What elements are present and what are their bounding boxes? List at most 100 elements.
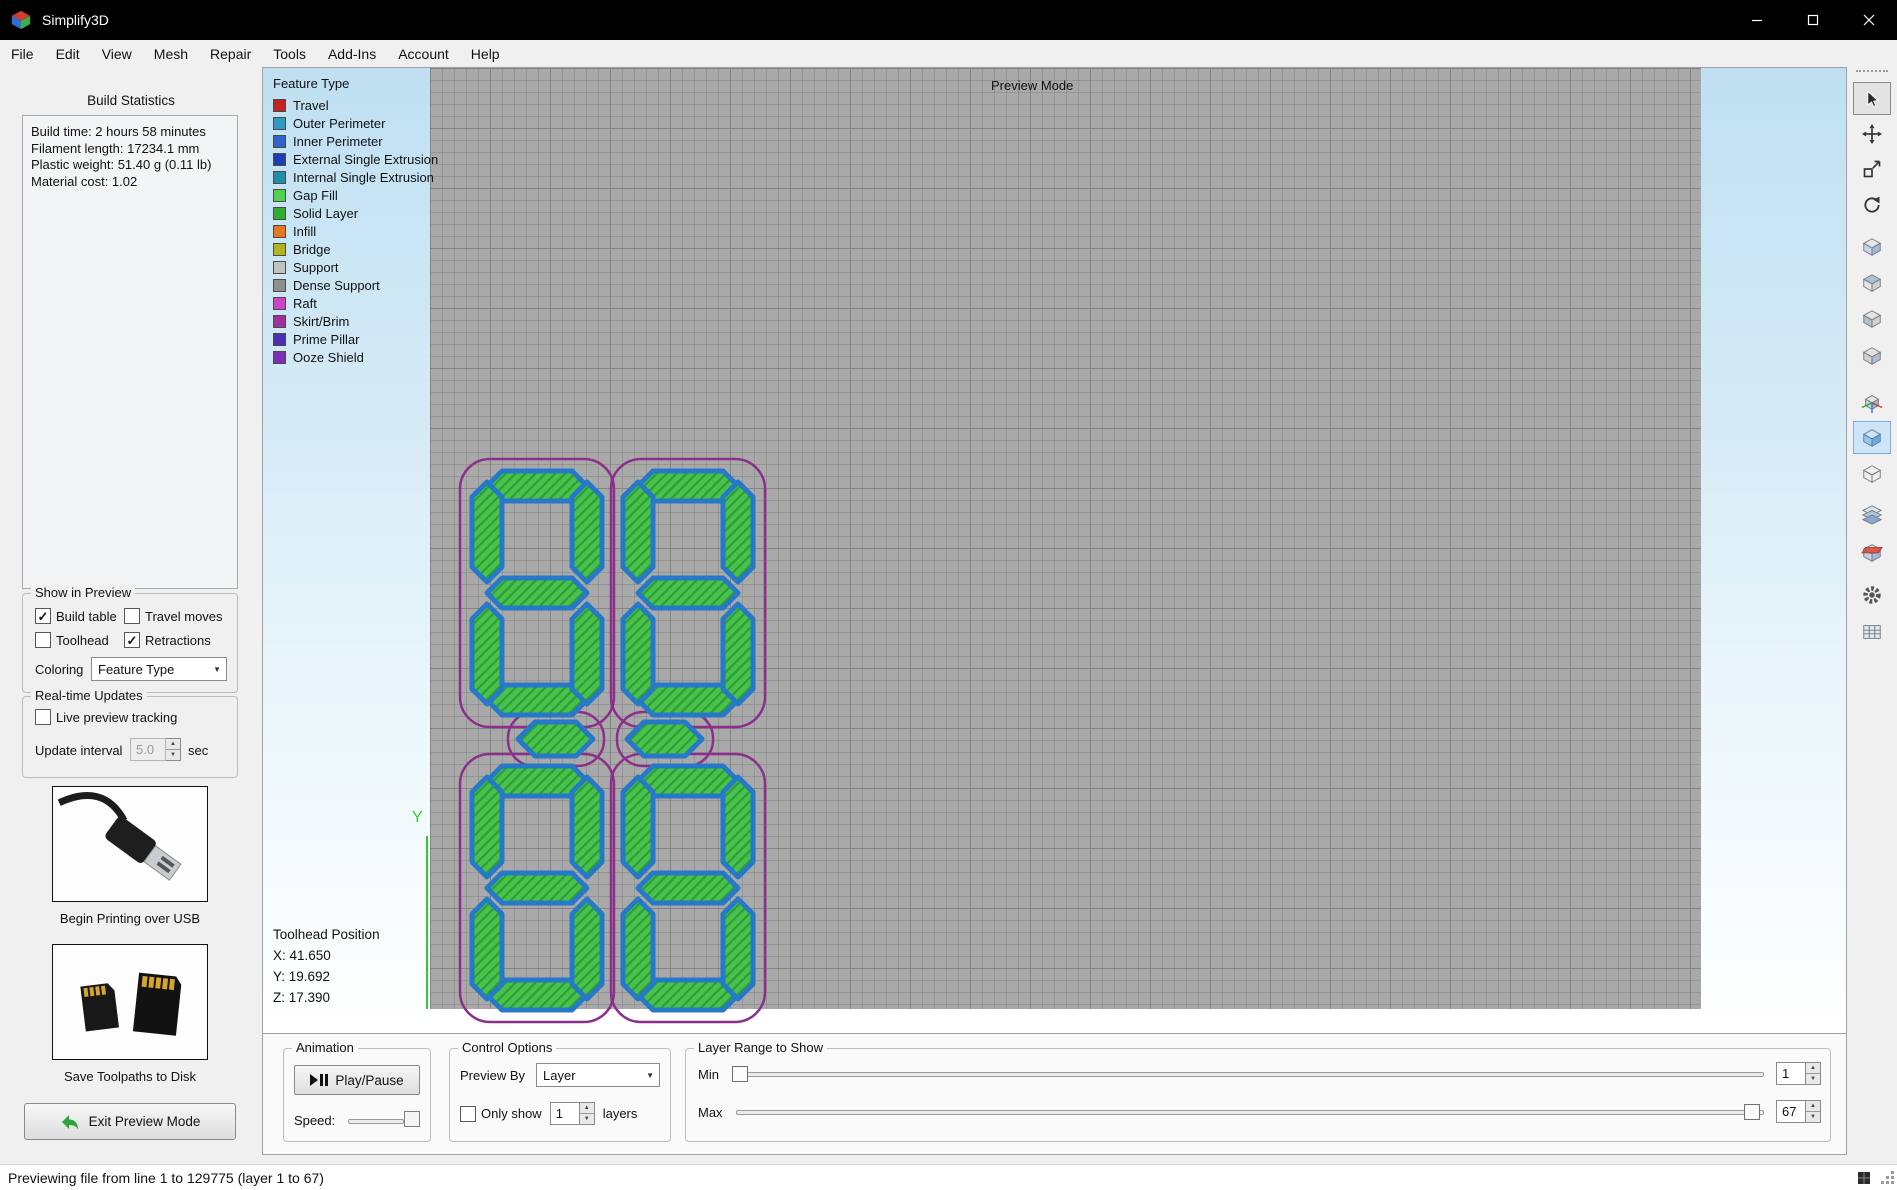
resize-grip-icon[interactable] xyxy=(1881,1170,1895,1185)
spinner-down-icon[interactable]: ▼ xyxy=(166,749,180,760)
cross-section-button[interactable] xyxy=(1853,535,1891,568)
speed-slider-handle[interactable] xyxy=(404,1111,420,1127)
rotate-icon xyxy=(1864,196,1880,213)
legend-item: Inner Perimeter xyxy=(273,132,438,150)
legend-label: Travel xyxy=(293,97,329,113)
preview-by-dropdown[interactable]: Layer ▼ xyxy=(536,1063,660,1087)
simplify3d-window: Simplify3D File Edit View Mesh Repair To… xyxy=(0,0,1897,1190)
move-icon xyxy=(1862,123,1882,144)
only-show-checkbox[interactable]: Only show xyxy=(460,1105,542,1122)
travel-moves-checkbox[interactable]: Travel moves xyxy=(124,608,223,624)
toolbar-drag-handle[interactable] xyxy=(1856,70,1888,72)
rotate-tool-button[interactable] xyxy=(1853,188,1891,221)
spinner-up-icon[interactable]: ▲ xyxy=(1806,1063,1820,1073)
layer-preview-button[interactable] xyxy=(1853,498,1891,531)
preview-mode-label: Preview Mode xyxy=(991,78,1074,93)
update-interval-input[interactable]: 5.0 xyxy=(130,738,166,761)
spinner-down-icon[interactable]: ▼ xyxy=(1806,1073,1820,1084)
top-view-button[interactable] xyxy=(1853,266,1891,299)
stat-filament-length: Filament length: 17234.1 mm xyxy=(31,140,200,156)
menu-item-file[interactable]: File xyxy=(0,42,45,66)
spinner-up-icon[interactable]: ▲ xyxy=(1806,1101,1820,1111)
minimize-button[interactable] xyxy=(1729,0,1785,40)
update-interval-spinbox[interactable]: 5.0 ▲ ▼ xyxy=(130,738,181,761)
show-in-preview-group: Show in Preview ✓ Build table Travel mov… xyxy=(22,585,238,693)
translate-tool-button[interactable] xyxy=(1853,117,1891,150)
spinner-arrows: ▲ ▼ xyxy=(166,738,181,761)
realtime-updates-title: Real-time Updates xyxy=(31,688,147,703)
coordinate-axes-view-button[interactable] xyxy=(1853,385,1891,418)
preview-column: Y Feature Type Travel Outer Perimeter In… xyxy=(262,67,1847,1164)
menu-item-help[interactable]: Help xyxy=(460,42,511,66)
max-slider-handle[interactable] xyxy=(1744,1104,1760,1120)
exit-preview-mode-button[interactable]: Exit Preview Mode xyxy=(24,1103,236,1140)
layers-icon xyxy=(1861,504,1883,525)
skirt-outline xyxy=(458,457,767,1024)
begin-printing-usb-button[interactable]: Begin Printing over USB xyxy=(52,786,208,926)
preview-canvas[interactable]: Y Feature Type Travel Outer Perimeter In… xyxy=(262,67,1847,1034)
legend-swatch xyxy=(273,314,286,328)
default-view-button[interactable] xyxy=(1853,230,1891,263)
toolhead-checkbox[interactable]: Toolhead xyxy=(35,632,109,648)
spinner-up-icon[interactable]: ▲ xyxy=(166,739,180,749)
checkbox-label: Retractions xyxy=(145,632,211,648)
y-axis-label: Y xyxy=(412,809,423,826)
maximize-button[interactable] xyxy=(1785,0,1841,40)
legend-swatch xyxy=(273,98,286,112)
play-pause-label: Play/Pause xyxy=(335,1072,404,1088)
menu-item-mesh[interactable]: Mesh xyxy=(143,42,199,66)
only-show-value[interactable]: 1 xyxy=(549,1102,580,1125)
solid-cube-icon xyxy=(1862,428,1882,447)
retractions-checkbox[interactable]: ✓ Retractions xyxy=(124,632,211,648)
menu-item-addins[interactable]: Add-Ins xyxy=(317,42,387,66)
back-arrow-icon xyxy=(61,1114,78,1129)
settings-button[interactable] xyxy=(1853,578,1891,611)
close-icon xyxy=(1863,14,1875,26)
legend-swatch xyxy=(273,260,286,274)
wireframe-view-button[interactable] xyxy=(1853,457,1891,490)
show-in-preview-title: Show in Preview xyxy=(31,585,136,600)
legend-item: Solid Layer xyxy=(273,204,438,222)
menu-item-repair[interactable]: Repair xyxy=(199,42,262,66)
spinner-down-icon[interactable]: ▼ xyxy=(1806,1111,1820,1122)
min-layer-slider[interactable] xyxy=(736,1072,1764,1077)
cube-top-icon xyxy=(1862,273,1882,292)
legend-item: Gap Fill xyxy=(273,186,438,204)
grid-table-icon xyxy=(1863,624,1881,639)
menu-item-edit[interactable]: Edit xyxy=(45,42,91,66)
toolhead-position-readout: Toolhead Position X: 41.650 Y: 19.692 Z:… xyxy=(273,924,380,1008)
min-layer-spinbox[interactable]: 1 ▲ ▼ xyxy=(1776,1062,1821,1085)
axes-cube-icon xyxy=(1861,394,1883,413)
spinner-down-icon[interactable]: ▼ xyxy=(579,1113,594,1124)
model-view-button[interactable] xyxy=(1853,421,1891,454)
legend-swatch xyxy=(273,116,286,130)
status-bar: Previewing file from line 1 to 129775 (l… xyxy=(0,1164,1897,1190)
min-slider-handle[interactable] xyxy=(732,1066,748,1082)
only-show-spinbox[interactable]: 1 ▲ ▼ xyxy=(549,1102,595,1125)
play-pause-button[interactable]: Play/Pause xyxy=(294,1065,420,1095)
menu-item-view[interactable]: View xyxy=(91,42,143,66)
exit-preview-mode-label: Exit Preview Mode xyxy=(88,1114,201,1129)
max-layer-value[interactable]: 67 xyxy=(1776,1100,1806,1123)
max-layer-slider[interactable] xyxy=(736,1110,1764,1115)
save-toolpaths-button[interactable]: Save Toolpaths to Disk xyxy=(52,944,208,1084)
front-view-button[interactable] xyxy=(1853,302,1891,335)
cube-icon xyxy=(1862,237,1882,256)
menu-item-account[interactable]: Account xyxy=(387,42,460,66)
machine-control-panel-button[interactable] xyxy=(1853,615,1891,648)
coloring-label: Coloring xyxy=(35,662,84,677)
speed-slider[interactable] xyxy=(348,1119,404,1124)
spinner-up-icon[interactable]: ▲ xyxy=(580,1103,594,1113)
live-preview-tracking-checkbox[interactable]: Live preview tracking xyxy=(35,709,177,725)
coloring-dropdown[interactable]: Feature Type ▼ xyxy=(91,657,227,681)
scale-tool-button[interactable] xyxy=(1853,152,1891,185)
build-table-checkbox[interactable]: ✓ Build table xyxy=(35,608,117,624)
select-tool-button[interactable] xyxy=(1853,82,1891,115)
menu-item-tools[interactable]: Tools xyxy=(262,42,317,66)
close-button[interactable] xyxy=(1841,0,1897,40)
min-layer-value[interactable]: 1 xyxy=(1776,1062,1806,1085)
side-view-button[interactable] xyxy=(1853,339,1891,372)
legend-swatch xyxy=(273,278,286,292)
max-layer-spinbox[interactable]: 67 ▲ ▼ xyxy=(1776,1100,1821,1123)
legend-swatch xyxy=(273,188,286,202)
